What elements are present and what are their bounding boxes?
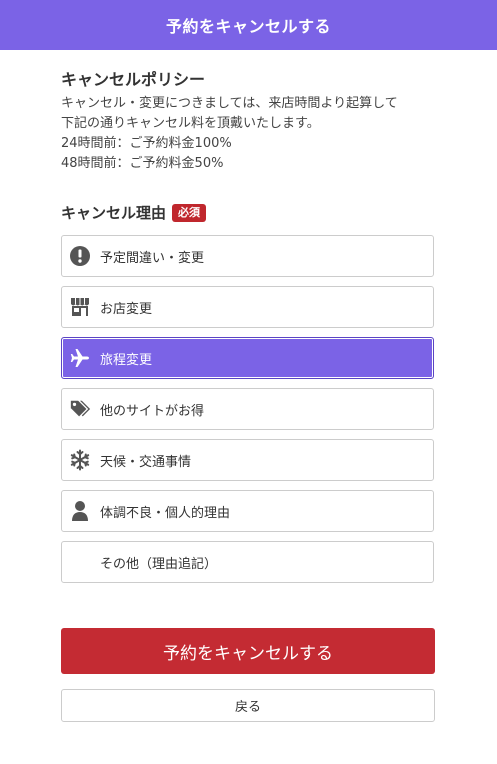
reason-option-itinerary-change[interactable]: 旅程変更 <box>61 337 434 379</box>
page-header: 予約をキャンセルする <box>0 0 497 50</box>
reason-option-label: 他のサイトがお得 <box>100 403 205 419</box>
policy-title: キャンセルポリシー <box>61 70 206 89</box>
policy-text: キャンセル・変更につきましては、来店時間より起算して 下記の通りキャンセル料を頂… <box>61 94 441 174</box>
cancel-reservation-button[interactable]: 予約をキャンセルする <box>61 628 435 674</box>
required-badge: 必須 <box>172 203 207 222</box>
reason-option-label: 体調不良・個人的理由 <box>100 505 231 521</box>
policy-line: 48時間前：ご予約料金50% <box>61 156 224 171</box>
reason-option-store-change[interactable]: お店変更 <box>61 286 434 328</box>
reason-option-weather-traffic[interactable]: 天候・交通事情 <box>61 439 434 481</box>
reason-option-label: 予定間違い・変更 <box>100 250 205 266</box>
airplane-icon <box>69 347 91 369</box>
tags-icon <box>69 398 91 420</box>
reason-option-label: その他（理由追記） <box>100 556 218 572</box>
reason-option-other-site[interactable]: 他のサイトがお得 <box>61 388 434 430</box>
policy-line: キャンセル・変更につきましては、来店時間より起算して <box>61 96 398 111</box>
reason-option-health-personal[interactable]: 体調不良・個人的理由 <box>61 490 434 532</box>
person-icon <box>69 500 91 522</box>
policy-line: 24時間前：ご予約料金100% <box>61 136 232 151</box>
snowflake-icon <box>69 449 91 471</box>
reason-title: キャンセル理由 <box>61 204 167 222</box>
reason-option-label: 天候・交通事情 <box>100 454 192 470</box>
reason-option-label: 旅程変更 <box>100 352 153 368</box>
reason-heading: キャンセル理由 必須 <box>61 202 207 223</box>
policy-line: 下記の通りキャンセル料を頂戴いたします。 <box>61 116 320 131</box>
exclamation-circle-icon <box>69 245 91 267</box>
reason-option-other[interactable]: その他（理由追記） <box>61 541 434 583</box>
store-icon <box>69 296 91 318</box>
reason-option-schedule-change[interactable]: 予定間違い・変更 <box>61 235 434 277</box>
back-button[interactable]: 戻る <box>61 689 435 722</box>
header-title: 予約をキャンセルする <box>165 17 331 36</box>
reason-option-label: お店変更 <box>100 301 153 317</box>
